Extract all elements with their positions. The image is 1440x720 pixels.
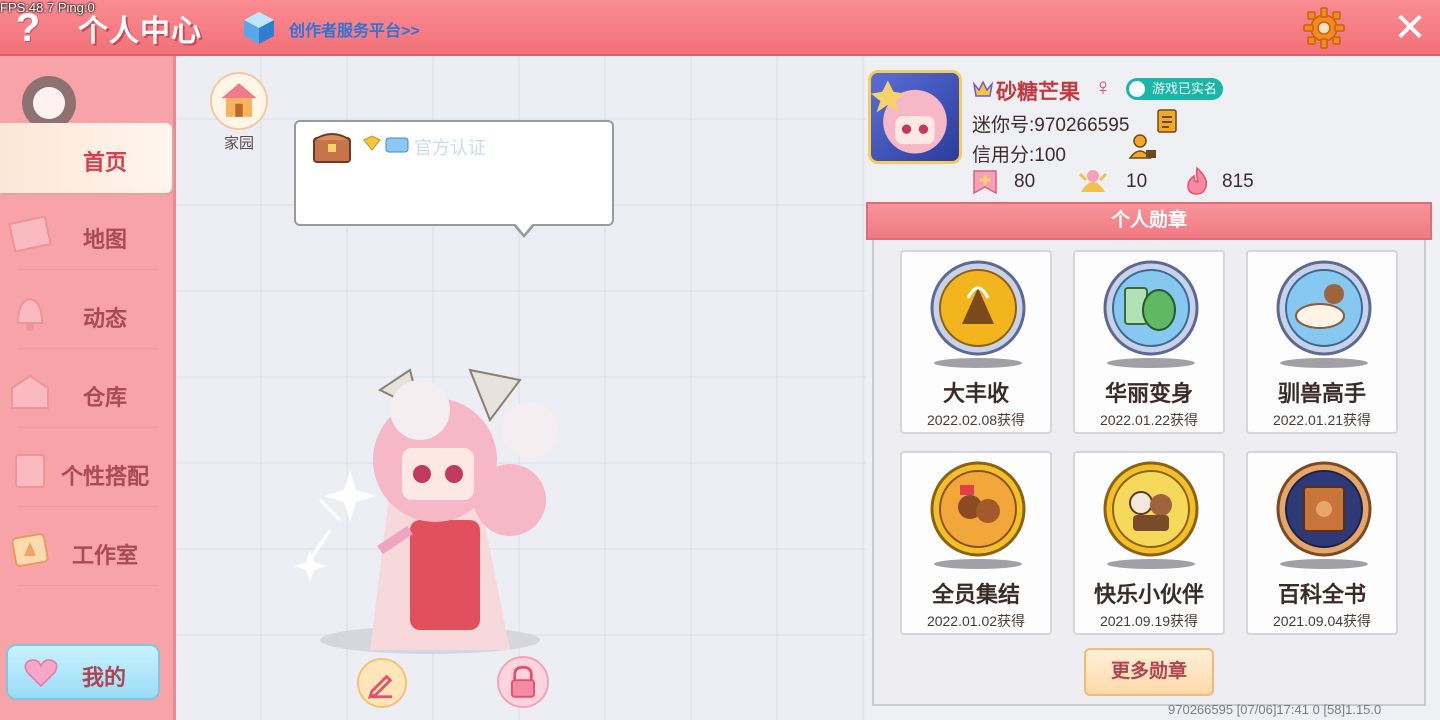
harvest-medal-icon	[930, 260, 1026, 356]
sidebar-item-home[interactable]: 首页	[0, 123, 172, 193]
stat-fans: 10	[1126, 171, 1148, 192]
medal-card[interactable]: 驯兽高手 2022.01.21获得	[1246, 250, 1398, 434]
mini-id: 迷你号:970266595	[972, 115, 1130, 136]
gear-icon[interactable]	[1302, 6, 1346, 50]
medal-shadow	[934, 358, 1022, 368]
certified-badge-icon	[363, 135, 409, 153]
stat-heat: 815	[1222, 171, 1254, 192]
medal-name: 大丰收	[942, 381, 1009, 406]
medal-name: 全员集结	[931, 582, 1020, 607]
medal-date: 2022.01.21获得	[1272, 412, 1372, 428]
divider	[18, 427, 158, 428]
bubble-tail-inner	[514, 222, 534, 234]
mine-label: 我的	[82, 665, 127, 690]
friends-medal-icon	[1103, 461, 1199, 557]
flame-icon	[1187, 166, 1208, 195]
medal-header: 个人勋章	[866, 202, 1432, 240]
assemble-medal-icon	[930, 461, 1026, 557]
medal-date: 2022.01.22获得	[1099, 412, 1199, 428]
home-button[interactable]	[210, 72, 268, 130]
avatar-portrait	[871, 80, 947, 154]
footer-build-info: 970266595 [07/06]17:41 0 [58]1.15.0	[1168, 702, 1382, 717]
sidebar-item-warehouse[interactable]: 仓库	[0, 358, 172, 428]
record-button[interactable]	[22, 76, 76, 130]
encyclopedia-medal-icon	[1276, 461, 1372, 557]
medal-card[interactable]: 百科全书 2021.09.04获得	[1246, 451, 1398, 635]
plus-badge-icon	[973, 170, 997, 195]
fans-icon	[1078, 170, 1108, 192]
credit-score: 信用分:100	[972, 145, 1066, 166]
medal-card[interactable]: 全员集结 2022.01.02获得	[900, 451, 1052, 635]
top-bar: ? 个人中心 创作者服务平台>> ✕	[0, 0, 1440, 56]
medal-shadow	[1107, 559, 1195, 569]
medal-shadow	[1280, 358, 1368, 368]
tamer-medal-icon	[1276, 260, 1372, 356]
character-avatar[interactable]	[270, 350, 600, 670]
transform-medal-icon	[1103, 260, 1199, 356]
sidebar: 首页 地图 动态 仓库 个性搭配 工作室 我的	[0, 56, 176, 720]
close-icon[interactable]: ✕	[1390, 8, 1430, 48]
medal-name: 快乐小伙伴	[1093, 582, 1204, 607]
medal-name: 百科全书	[1277, 582, 1366, 607]
fps-readout: FPS:48.7 Ping:0	[0, 0, 95, 15]
nickname: 砂糖芒果	[996, 81, 1080, 104]
fps-value: FPS:48.7	[0, 0, 55, 15]
page-title: 个人中心	[78, 15, 202, 48]
medal-name: 驯兽高手	[1277, 381, 1366, 406]
mine-button[interactable]: 我的	[6, 644, 160, 700]
sidebar-item-studio[interactable]: 工作室	[0, 516, 172, 586]
medal-date: 2021.09.19获得	[1099, 613, 1199, 629]
pencil-icon	[367, 674, 393, 699]
medal-shadow	[1280, 559, 1368, 569]
female-icon: ♀	[1094, 74, 1112, 101]
ping-value: Ping:0	[57, 0, 95, 15]
sidebar-item-activity[interactable]: 动态	[0, 279, 172, 349]
medal-date: 2021.09.04获得	[1272, 613, 1372, 629]
cube-icon[interactable]	[242, 10, 276, 46]
medal-shadow	[934, 559, 1022, 569]
medal-card[interactable]: 华丽变身 2022.01.22获得	[1073, 250, 1225, 434]
vip-crown-icon	[972, 80, 994, 97]
divider	[18, 348, 158, 349]
lock-icon	[511, 665, 535, 698]
sidebar-item-map[interactable]: 地图	[0, 200, 172, 270]
stat-likes: 80	[1014, 171, 1036, 192]
medal-card[interactable]: 大丰收 2022.02.08获得	[900, 250, 1052, 434]
heart-icon	[24, 659, 58, 688]
divider	[18, 269, 158, 270]
edit-button[interactable]	[357, 658, 407, 708]
divider	[18, 585, 158, 586]
medal-date: 2022.01.02获得	[926, 613, 1026, 629]
medal-date: 2022.02.08获得	[926, 412, 1026, 428]
creator-platform-link[interactable]: 创作者服务平台>>	[289, 17, 420, 41]
copy-icon[interactable]	[1156, 108, 1180, 134]
sidebar-item-outfit[interactable]: 个性搭配	[0, 437, 172, 507]
chest-icon[interactable]	[312, 128, 352, 164]
house-icon	[221, 83, 257, 117]
medal-card[interactable]: 快乐小伙伴 2021.09.19获得	[1073, 451, 1225, 635]
profile-avatar[interactable]	[868, 70, 962, 164]
certified-text: 官方认证	[414, 138, 486, 158]
lock-button[interactable]	[497, 656, 549, 708]
more-medals-button[interactable]: 更多勋章	[1084, 648, 1214, 696]
divider	[18, 506, 158, 507]
medal-shadow	[1107, 358, 1195, 368]
home-label: 家园	[223, 135, 254, 152]
realname-badge: 游戏已实名	[1126, 78, 1224, 100]
add-friend-icon[interactable]	[1128, 132, 1158, 162]
medal-name: 华丽变身	[1104, 381, 1193, 406]
